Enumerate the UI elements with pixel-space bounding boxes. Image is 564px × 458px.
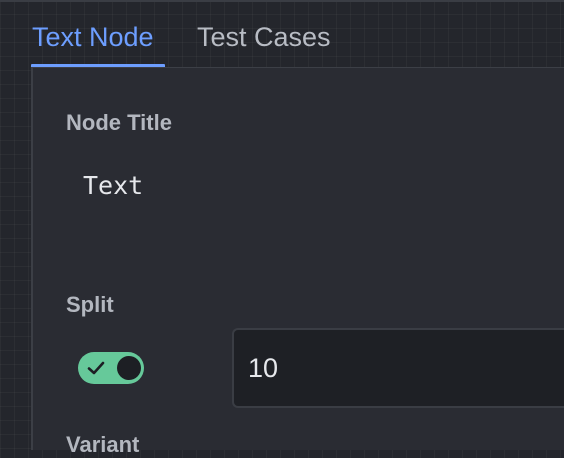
- node-title-label: Node Title: [66, 110, 172, 135]
- variant-label: Variant: [66, 432, 140, 457]
- toggle-knob: [117, 356, 141, 380]
- split-label: Split: [66, 292, 114, 317]
- tab-bar: Text Node Test Cases: [0, 0, 564, 68]
- node-title-input[interactable]: Text: [83, 171, 143, 200]
- tab-text-node[interactable]: Text Node: [32, 20, 154, 54]
- text-node-panel: Node Title Text Split Variant: [31, 67, 564, 457]
- split-value-input[interactable]: [232, 328, 564, 408]
- tab-test-cases[interactable]: Test Cases: [197, 20, 331, 54]
- check-icon: [87, 361, 105, 375]
- split-toggle[interactable]: [78, 352, 144, 384]
